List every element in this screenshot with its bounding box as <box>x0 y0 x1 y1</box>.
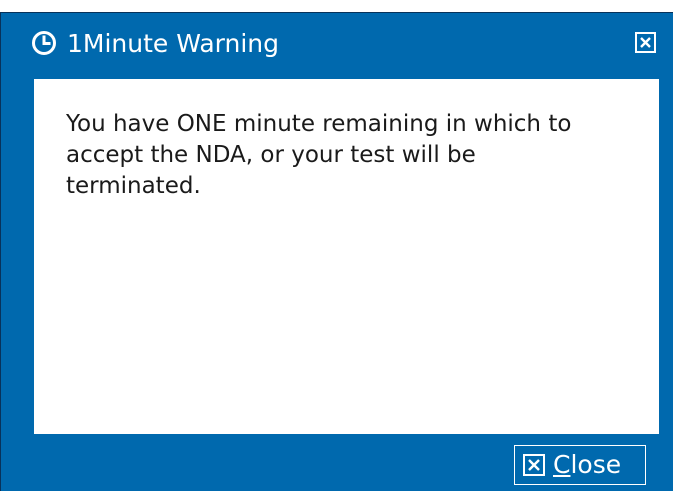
dialog-title: 1Minute Warning <box>67 29 280 58</box>
close-button[interactable]: Close <box>514 445 646 485</box>
close-box-icon <box>523 454 545 476</box>
close-box-icon[interactable] <box>635 32 656 53</box>
warning-message: You have ONE minute remaining in which t… <box>66 111 572 199</box>
top-strip <box>0 0 673 12</box>
close-button-label-rest: lose <box>570 450 622 479</box>
clock-icon <box>32 31 56 55</box>
message-panel: You have ONE minute remaining in which t… <box>34 79 659 434</box>
close-button-label: Close <box>553 450 621 480</box>
close-button-accelerator: C <box>553 450 571 479</box>
warning-dialog: 1Minute Warning You have ONE minute rema… <box>0 12 673 491</box>
titlebar: 1Minute Warning <box>1 13 673 79</box>
